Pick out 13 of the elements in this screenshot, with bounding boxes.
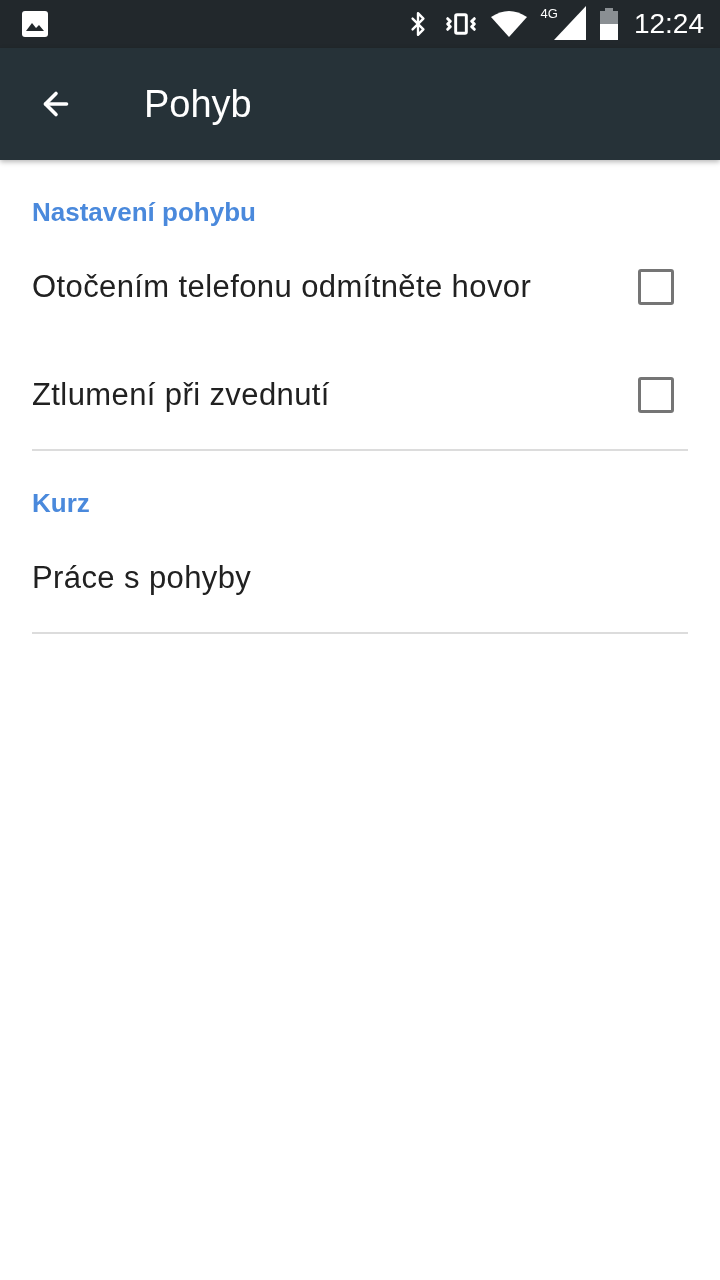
clock-time: 12:24 bbox=[633, 8, 704, 40]
checkbox[interactable] bbox=[638, 269, 674, 305]
setting-label: Otočením telefonu odmítněte hovor bbox=[32, 269, 532, 305]
menu-item[interactable]: Práce s pohyby bbox=[32, 560, 252, 596]
network-type-label: 4G bbox=[540, 7, 558, 21]
image-icon bbox=[22, 11, 48, 37]
section-header: Nastavení pohybu bbox=[32, 197, 256, 227]
screen-title: Pohyb bbox=[144, 82, 252, 126]
checkbox[interactable] bbox=[638, 377, 674, 413]
setting-label: Ztlumení při zvednutí bbox=[32, 377, 330, 413]
wifi-icon bbox=[490, 11, 527, 37]
section-header: Kurz bbox=[32, 488, 90, 518]
battery-icon bbox=[599, 8, 618, 40]
